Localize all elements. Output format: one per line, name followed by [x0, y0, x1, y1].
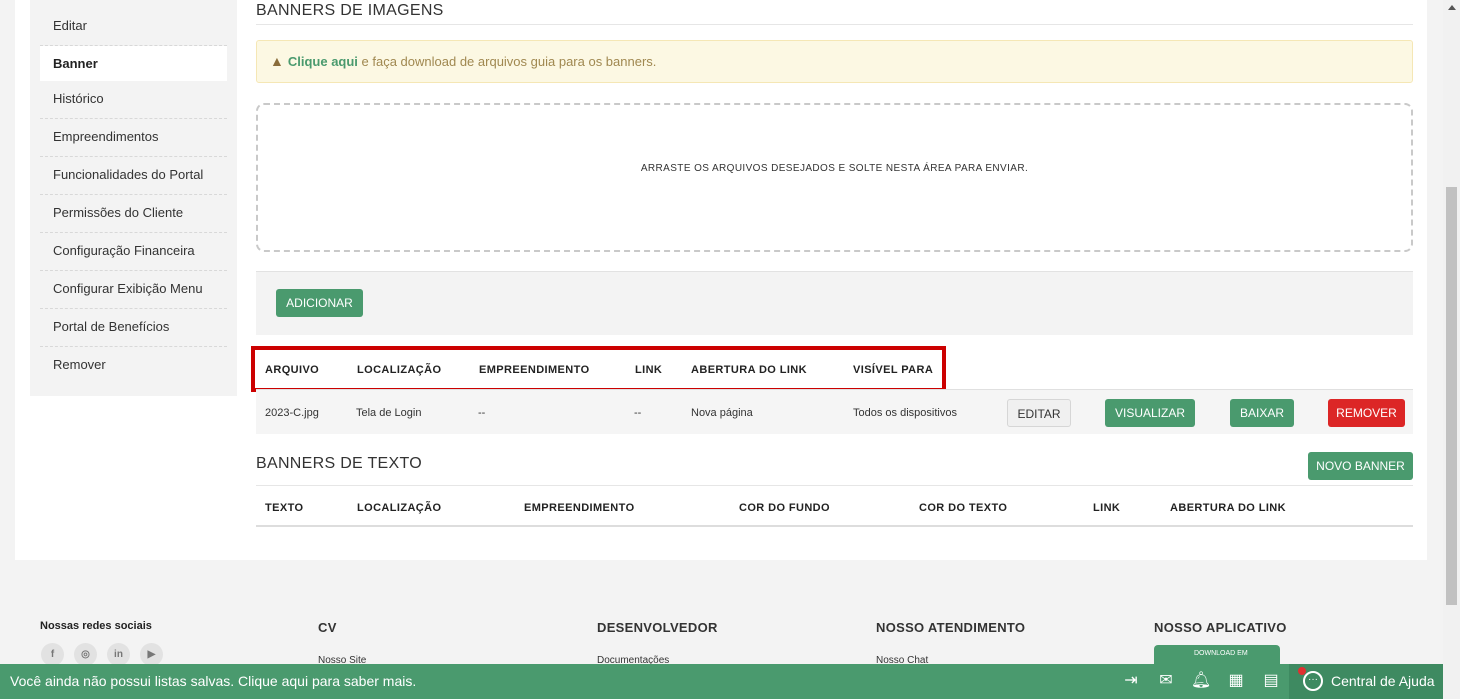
- col-header-cor-texto: COR DO TEXTO: [919, 502, 1008, 514]
- chat-icon: ···: [1303, 671, 1323, 691]
- scroll-up-arrow-icon[interactable]: [1448, 5, 1456, 10]
- bell-icon[interactable]: 🔔︎: [1190, 670, 1212, 692]
- notification-dot: [1298, 667, 1306, 675]
- cell-link: --: [634, 407, 642, 419]
- remove-button[interactable]: REMOVER: [1328, 399, 1405, 427]
- footer-title-dev: DESENVOLVEDOR: [597, 620, 718, 635]
- facebook-icon[interactable]: f: [41, 643, 64, 666]
- divider: [256, 485, 1413, 486]
- sidebar-item-editar[interactable]: Editar: [40, 8, 227, 46]
- sidebar-item-remover[interactable]: Remover: [40, 347, 227, 385]
- sidebar: Editar Banner Histórico Empreendimentos …: [30, 0, 237, 396]
- col-header-link: LINK: [1093, 502, 1121, 514]
- sidebar-item-config-menu[interactable]: Configurar Exibição Menu: [40, 271, 227, 309]
- text-section-title: BANNERS DE TEXTO: [256, 455, 423, 472]
- app-badge-text: DOWNLOAD EM: [1194, 650, 1248, 657]
- images-section-title: BANNERS DE IMAGENS: [256, 2, 444, 19]
- cell-abertura: Nova página: [691, 407, 753, 419]
- sidebar-item-permissoes[interactable]: Permissões do Cliente: [40, 195, 227, 233]
- social-title: Nossas redes sociais: [40, 620, 152, 632]
- saved-lists-message[interactable]: Você ainda não possui listas salvas. Cli…: [10, 664, 416, 699]
- scrollbar-thumb[interactable]: [1446, 187, 1457, 605]
- divider: [256, 24, 1413, 25]
- cell-arquivo: 2023-C.jpg: [265, 407, 319, 419]
- help-center-button[interactable]: ··· Central de Ajuda: [1289, 664, 1443, 699]
- divider: [256, 525, 1413, 527]
- download-button[interactable]: BAIXAR: [1230, 399, 1294, 427]
- instagram-icon[interactable]: ◎: [74, 643, 97, 666]
- sidebar-item-banner[interactable]: Banner: [40, 46, 227, 81]
- new-banner-button[interactable]: NOVO BANNER: [1308, 452, 1413, 480]
- footer-title-app: NOSSO APLICATIVO: [1154, 620, 1287, 635]
- col-header-abertura: ABERTURA DO LINK: [1170, 502, 1286, 514]
- vertical-scrollbar[interactable]: [1443, 0, 1460, 699]
- table-row: 2023-C.jpg Tela de Login -- -- Nova pági…: [256, 389, 1413, 434]
- footer-title-cv: CV: [318, 620, 337, 635]
- cell-localizacao: Tela de Login: [356, 407, 422, 419]
- cell-empreendimento: --: [478, 407, 486, 419]
- help-center-label: Central de Ajuda: [1331, 673, 1435, 689]
- sidebar-item-funcionalidades[interactable]: Funcionalidades do Portal: [40, 157, 227, 195]
- calculator-icon[interactable]: ▤: [1260, 670, 1282, 692]
- col-header-cor-fundo: COR DO FUNDO: [739, 502, 830, 514]
- header-highlight-box: [251, 346, 946, 392]
- add-button[interactable]: ADICIONAR: [276, 289, 363, 317]
- calendar-icon[interactable]: ▦: [1225, 670, 1247, 692]
- col-header-texto: TEXTO: [265, 502, 304, 514]
- sidebar-item-config-financeira[interactable]: Configuração Financeira: [40, 233, 227, 271]
- file-dropzone[interactable]: ARRASTE OS ARQUIVOS DESEJADOS E SOLTE NE…: [256, 103, 1413, 252]
- download-guide-link[interactable]: Clique aqui: [288, 54, 358, 69]
- add-bar: ADICIONAR: [256, 271, 1413, 335]
- mail-star-icon[interactable]: ✉: [1155, 670, 1177, 692]
- sidebar-item-portal-beneficios[interactable]: Portal de Benefícios: [40, 309, 227, 347]
- dropzone-text: ARRASTE OS ARQUIVOS DESEJADOS E SOLTE NE…: [640, 163, 1029, 174]
- bottom-bar: Você ainda não possui listas salvas. Cli…: [0, 664, 1443, 699]
- warning-icon: ▲: [270, 53, 284, 69]
- col-header-localizacao: LOCALIZAÇÃO: [357, 502, 442, 514]
- sidebar-item-empreendimentos[interactable]: Empreendimentos: [40, 119, 227, 157]
- footer-title-atendimento: NOSSO ATENDIMENTO: [876, 620, 1026, 635]
- collapse-right-icon[interactable]: ⇥: [1120, 670, 1142, 692]
- edit-button[interactable]: EDITAR: [1007, 399, 1071, 427]
- cell-visivel: Todos os dispositivos: [853, 407, 957, 419]
- download-guide-alert: ▲ Clique aqui e faça download de arquivos…: [256, 40, 1413, 83]
- alert-text: e faça download de arquivos guia para os…: [357, 54, 657, 69]
- youtube-icon[interactable]: ▶: [140, 643, 163, 666]
- col-header-empreendimento: EMPREENDIMENTO: [524, 502, 635, 514]
- view-button[interactable]: VISUALIZAR: [1105, 399, 1195, 427]
- sidebar-item-historico[interactable]: Histórico: [40, 81, 227, 119]
- linkedin-icon[interactable]: in: [107, 643, 130, 666]
